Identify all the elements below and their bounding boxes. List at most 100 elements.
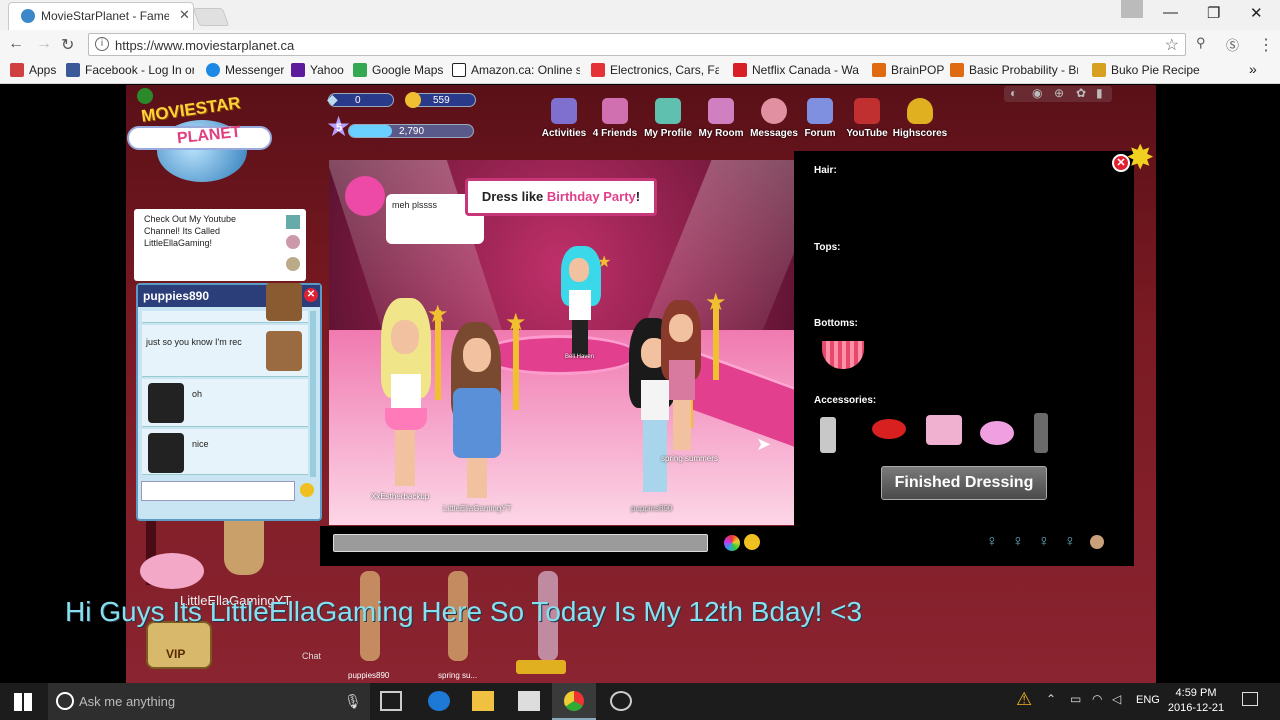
diamonds-counter[interactable]: ◆ 0 <box>327 91 394 107</box>
chat-input[interactable] <box>141 481 295 501</box>
profile-user-icon[interactable] <box>1121 0 1143 18</box>
edge-browser-icon[interactable] <box>428 691 450 711</box>
skype-extension-icon[interactable]: Ⓢ <box>1226 35 1239 54</box>
bookmarks-bar: Apps Facebook - Log In or S Messenger Ya… <box>0 58 1280 84</box>
skirt-item-icon[interactable] <box>822 341 864 369</box>
app-icon[interactable] <box>610 691 632 711</box>
necklace-item-icon[interactable] <box>820 417 836 453</box>
chat-scrollbar[interactable] <box>310 311 316 477</box>
bow-item-icon[interactable] <box>980 421 1014 445</box>
nav-friends[interactable]: 4 Friends <box>587 98 643 139</box>
logout-icon[interactable]: ▮ <box>1096 86 1103 100</box>
windows-start-icon[interactable] <box>14 693 32 711</box>
store-icon[interactable] <box>518 691 540 711</box>
fame-bar: 2,790 <box>348 124 474 138</box>
vip-badge[interactable]: VIP <box>146 621 212 669</box>
bookmark-star-icon[interactable]: ☆ <box>1165 35 1179 55</box>
extension-icon[interactable]: ⚲ <box>1196 35 1206 51</box>
tab-close-icon[interactable]: ✕ <box>179 7 190 23</box>
battery-icon[interactable]: ▭ <box>1070 692 1081 706</box>
avatar-bell-haven[interactable]: Bell Haven <box>559 246 603 366</box>
reload-icon[interactable]: ↻ <box>61 35 74 55</box>
avatar-spring-summers[interactable]: spring summers <box>659 300 718 470</box>
color-wheel-icon[interactable] <box>724 535 740 551</box>
site-info-icon[interactable]: i <box>95 37 109 51</box>
bookmark-ebay[interactable]: Electronics, Cars, Fash <box>591 63 719 77</box>
nav-my-profile[interactable]: My Profile <box>640 98 696 139</box>
moviestarplanet-logo[interactable]: MOVIESTAR PLANET <box>127 86 272 182</box>
fullscreen-icon[interactable]: ◉ <box>1032 86 1042 100</box>
pose-dance-icon[interactable]: ♀ <box>1038 533 1050 551</box>
bookmark-yahoo[interactable]: Yahoo <box>291 63 344 77</box>
avatar-xxestherbackup[interactable]: XxEstherbackup <box>371 298 437 501</box>
task-view-icon[interactable] <box>380 691 402 711</box>
headband-item-icon[interactable] <box>872 419 906 439</box>
dressing-stage: meh plssss Dress like Birthday Party! ★ … <box>329 160 794 525</box>
chat-close-icon[interactable]: ✕ <box>304 288 318 302</box>
bookmark-netflix[interactable]: Netflix Canada - Watc <box>733 63 859 77</box>
chrome-menu-icon[interactable]: ⋮ <box>1258 35 1274 55</box>
language-indicator[interactable]: ENG <box>1136 694 1160 706</box>
browser-tab[interactable]: MovieStarPlanet - Fame, ✕ <box>8 2 194 30</box>
back-arrow-icon[interactable]: ← <box>8 35 24 53</box>
pose-stand-icon[interactable]: ♀ <box>986 533 998 551</box>
video-caption: Hi Guys Its LittleEllaGaming Here So Tod… <box>65 596 863 627</box>
heels-item-icon[interactable] <box>926 415 962 445</box>
bookmark-facebook[interactable]: Facebook - Log In or S <box>66 63 194 77</box>
minimize-icon[interactable]: — <box>1163 4 1178 21</box>
action-center-icon[interactable] <box>1242 692 1258 706</box>
restore-icon[interactable]: ❐ <box>1207 4 1220 22</box>
gear-icon[interactable]: ✿ <box>1076 86 1086 100</box>
new-tab-button[interactable] <box>192 8 230 26</box>
pose-jump-icon[interactable]: ♀ <box>1064 533 1076 551</box>
smiley-icon[interactable] <box>300 483 314 497</box>
nav-highscores[interactable]: Highscores <box>892 98 948 139</box>
sound-icon[interactable]: ◐ <box>1010 86 1017 100</box>
pet-icon[interactable] <box>516 660 566 674</box>
address-bar[interactable]: i https://www.moviestarplanet.ca ☆ <box>88 33 1186 56</box>
cortana-search-box[interactable]: Ask me anything 🎙 <box>48 683 370 720</box>
bookmark-google-maps[interactable]: Google Maps <box>353 63 443 77</box>
avatar-littleellagamingyt[interactable]: LittleEllaGamingYT <box>443 322 511 513</box>
bookmark-label: Facebook - Log In or S <box>85 63 194 77</box>
piggy-bank-icon[interactable] <box>140 553 204 589</box>
close-window-icon[interactable]: ✕ <box>1250 4 1263 22</box>
forum-icon <box>807 98 833 124</box>
volume-icon[interactable]: ◁ <box>1112 692 1121 706</box>
nav-label: Highscores <box>892 128 948 139</box>
more-bookmarks-button[interactable]: » <box>1249 61 1257 77</box>
warning-tray-icon[interactable]: ⚠ <box>1016 689 1032 710</box>
nav-label: YouTube <box>846 128 888 139</box>
nav-activities[interactable]: Activities <box>536 98 592 139</box>
wifi-icon[interactable]: ◠ <box>1092 692 1102 706</box>
starcoins-counter[interactable]: 559 <box>405 92 476 108</box>
chat-message-text: nice <box>192 439 209 449</box>
theme-name: Birthday Party <box>546 189 636 204</box>
lobby-avatar-name: spring su... <box>438 671 478 680</box>
forward-arrow-icon[interactable]: → <box>36 35 52 53</box>
bookmark-basic-probability[interactable]: Basic Probability - Bra <box>950 63 1078 77</box>
chrome-taskbar-button[interactable] <box>552 683 596 720</box>
bottoms-label: Bottoms: <box>814 318 858 329</box>
microphone-icon[interactable]: 🎙 <box>344 693 362 710</box>
windows-taskbar: Ask me anything 🎙 ⚠ ⌃ ▭ ◠ ◁ ENG 4:59 PM … <box>0 683 1280 720</box>
system-clock[interactable]: 4:59 PM 2016-12-21 <box>1166 686 1226 716</box>
face-icon[interactable] <box>1090 535 1104 549</box>
smiley-icon[interactable] <box>744 534 760 550</box>
nav-youtube[interactable]: YouTube <box>839 98 895 139</box>
bookmark-amazon[interactable]: Amazon.ca: Online sh <box>452 63 580 77</box>
recipe-icon <box>1092 63 1106 77</box>
bookmark-buko-pie[interactable]: Buko Pie Recipe <box>1092 63 1200 77</box>
notice-box: Check Out My Youtube Channel! Its Called… <box>134 209 306 281</box>
nav-my-room[interactable]: My Room <box>693 98 749 139</box>
stage-chat-input[interactable] <box>333 534 708 552</box>
pose-wave-icon[interactable]: ♀ <box>1012 533 1024 551</box>
boots-item-icon[interactable] <box>1034 413 1048 453</box>
file-explorer-icon[interactable] <box>472 691 494 711</box>
tray-chevron-icon[interactable]: ⌃ <box>1046 692 1056 706</box>
finished-dressing-button[interactable]: Finished Dressing <box>881 466 1047 500</box>
bookmark-apps[interactable]: Apps <box>10 63 56 77</box>
bookmark-messenger[interactable]: Messenger <box>206 63 284 77</box>
zoom-icon[interactable]: ⊕ <box>1054 86 1064 100</box>
bookmark-brainpop[interactable]: BrainPOP <box>872 63 944 77</box>
